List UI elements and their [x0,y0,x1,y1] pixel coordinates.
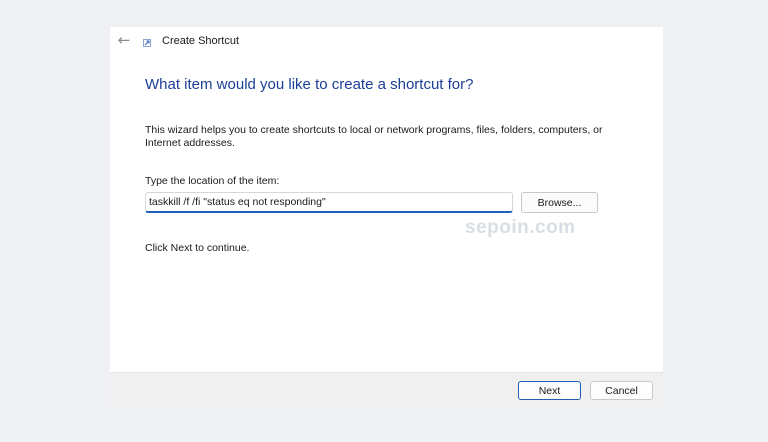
wizard-description: This wizard helps you to create shortcut… [145,124,603,149]
next-button[interactable]: Next [518,381,581,400]
back-arrow-icon[interactable]: ← [115,31,133,49]
browse-button[interactable]: Browse... [521,192,598,213]
dialog-footer: Next Cancel [110,372,663,408]
watermark: sepoin.com [465,217,576,238]
page-heading: What item would you like to create a sho… [145,76,474,93]
shortcut-icon [143,39,151,47]
create-shortcut-dialog: ← Create Shortcut What item would you li… [110,27,663,408]
location-input[interactable] [145,192,513,213]
window-title: Create Shortcut [162,35,240,47]
continue-instruction: Click Next to continue. [145,242,250,254]
location-label: Type the location of the item: [145,175,280,187]
cancel-button[interactable]: Cancel [590,381,653,400]
